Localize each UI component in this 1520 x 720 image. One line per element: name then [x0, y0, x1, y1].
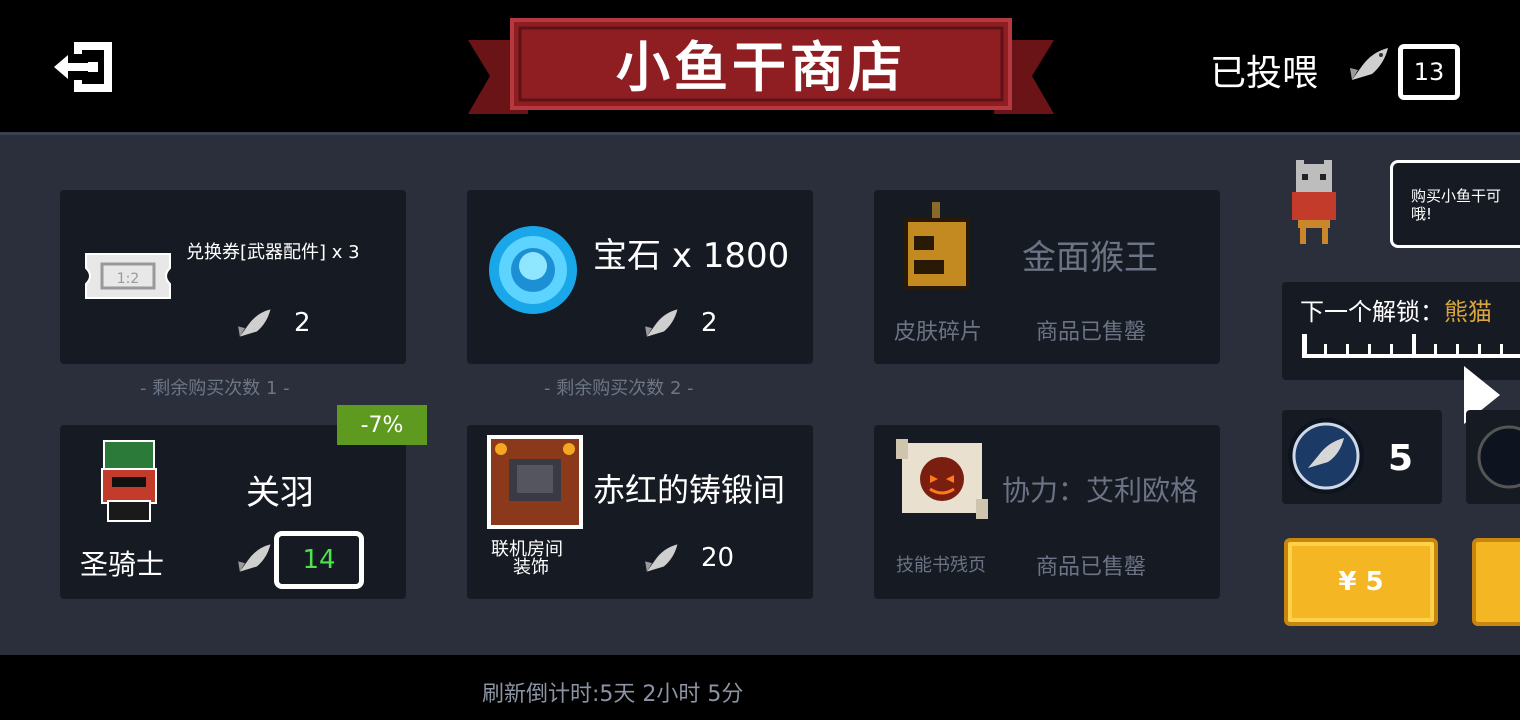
fed-count: 13	[1398, 44, 1460, 100]
cat-shopkeeper-icon	[1292, 160, 1336, 244]
svg-text:1:2: 1:2	[117, 271, 140, 287]
next-unlock-prefix: 下一个解锁：	[1300, 298, 1444, 326]
item-name: 协力：艾利欧格	[1002, 474, 1199, 507]
shop-item-skill-book: 协力：艾利欧格 技能书残页 商品已售罄	[874, 425, 1220, 599]
next-unlock-label: 下一个解锁：熊猫	[1300, 292, 1492, 327]
item-price: 14	[274, 531, 364, 589]
shop-item-gems[interactable]: 宝石 x 1800 2	[467, 190, 813, 364]
fish-coin-card-2	[1466, 410, 1520, 504]
item-category-line2: 装饰	[513, 557, 549, 578]
speech-bubble: 购买小鱼干可 哦!	[1390, 160, 1520, 248]
item-name: 赤红的铸锻间	[593, 471, 786, 509]
sold-out-label: 商品已售罄	[1036, 320, 1147, 345]
discount-badge: -7%	[337, 405, 427, 445]
fish-icon	[238, 544, 271, 572]
next-unlock-name: 熊猫	[1444, 298, 1492, 326]
refresh-countdown: 刷新倒计时:5天 2小时 5分	[482, 682, 744, 707]
fed-label: 已投喂	[1210, 53, 1319, 94]
fish-coin-icon	[1477, 425, 1520, 489]
voucher-icon: 1:2	[85, 253, 171, 299]
exit-icon	[54, 42, 112, 92]
guanyu-skin-icon	[101, 440, 157, 522]
fish-coin-card: 5	[1282, 410, 1442, 504]
progress-ruler	[1302, 334, 1520, 358]
item-name: 宝石 x 1800	[593, 236, 790, 276]
buy-fish-button[interactable]: ¥ 5	[1284, 538, 1438, 626]
forge-room-icon	[487, 435, 583, 529]
speech-line-1: 购买小鱼干可	[1411, 187, 1502, 205]
item-price: 20	[701, 543, 735, 573]
fish-icon	[1350, 48, 1388, 80]
item-name: 金面猴王	[1022, 238, 1158, 278]
buy-fish-button-2[interactable]	[1472, 538, 1520, 626]
shop-item-skin-fragment: 金面猴王 皮肤碎片 商品已售罄	[874, 190, 1220, 364]
speech-line-2: 哦!	[1411, 205, 1433, 223]
gem-icon	[489, 226, 577, 314]
item-category: 皮肤碎片	[894, 320, 983, 345]
bottom-bar	[0, 655, 1520, 720]
item-category: 圣骑士	[80, 548, 165, 581]
shop-item-voucher[interactable]: 1:2 兑换券[武器配件] x 3 2	[60, 190, 406, 364]
fish-coin-icon	[1288, 418, 1364, 494]
skin-fragment-icon	[904, 202, 970, 290]
page-title: 小鱼干商店	[616, 35, 906, 99]
remaining-count: - 剩余购买次数 2 -	[544, 378, 694, 399]
sold-out-label: 商品已售罄	[1036, 555, 1147, 580]
remaining-count: - 剩余购买次数 1 -	[140, 378, 290, 399]
fish-icon	[238, 309, 271, 337]
item-price: 2	[294, 308, 311, 338]
item-name: 兑换券[武器配件] x 3	[186, 242, 360, 263]
item-category: 技能书残页	[896, 555, 986, 576]
fish-icon	[645, 309, 678, 337]
item-name: 关羽	[246, 473, 314, 513]
fish-icon	[645, 544, 678, 572]
fish-coin-count: 5	[1388, 438, 1414, 479]
skill-book-page-icon	[896, 439, 988, 519]
exit-button[interactable]	[52, 36, 118, 98]
item-price: 2	[701, 308, 718, 338]
shop-item-forge-room[interactable]: 赤红的铸锻间 联机房间 装饰 20	[467, 425, 813, 599]
